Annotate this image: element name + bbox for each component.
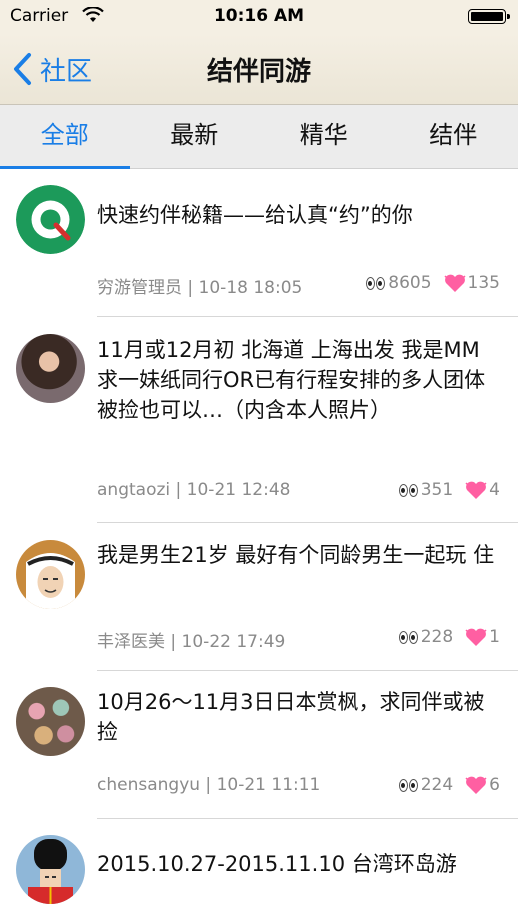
post-meta: 穷游管理员 | 10-18 18:05 [97,278,303,298]
tab-companion[interactable]: 结伴 [389,105,518,168]
post-date: 10-22 17:49 [181,632,286,652]
like-count: 4 [489,480,500,500]
eyes-icon [398,483,419,497]
tab-all[interactable]: 全部 [0,105,130,169]
view-count: 228 [420,627,454,647]
post-meta: angtaozi | 10-21 12:48 [97,480,291,500]
page-title: 结伴同游 [206,57,311,87]
post-title: 11月或12月初 北海道 上海出发 我是MM求一妹纸同行OR已有行程安排的多人团… [97,338,486,422]
post-stats: 351 4 [398,480,500,500]
heart-icon [465,628,487,646]
post-title: 快速约伴秘籍——给认真“约”的你 [97,203,413,227]
post-stats: 8605 135 [366,273,500,293]
view-count: 351 [420,480,454,500]
clock: 10:16 AM [213,6,305,26]
avatar [16,185,85,254]
status-bar: Carrier 10:16 AM [0,0,518,34]
qyer-logo-icon [16,185,85,254]
post-date: 10-21 11:11 [216,775,321,795]
tab-featured[interactable]: 精华 [259,105,389,168]
list-item[interactable]: 11月或12月初 北海道 上海出发 我是MM求一妹纸同行OR已有行程安排的多人团… [0,317,518,523]
heart-icon [465,776,487,794]
view-count: 8605 [388,273,432,293]
like-count: 6 [489,775,500,795]
post-author: 丰泽医美 [97,632,165,652]
arab-man-illustration-icon [26,553,75,609]
eyes-icon [398,778,419,792]
avatar [16,540,85,609]
post-author: angtaozi [97,480,171,500]
royal-guard-illustration-icon [28,839,73,904]
post-title: 我是男生21岁 最好有个同龄男生一起玩 住 [97,543,495,567]
like-count: 1 [489,627,500,647]
list-item[interactable]: 2015.10.27-2015.11.10 台湾环岛游 [0,819,518,920]
like-count: 135 [467,273,500,293]
post-meta: 丰泽医美 | 10-22 17:49 [97,632,286,652]
avatar [16,835,85,904]
post-meta: chensangyu | 10-21 11:11 [97,775,321,795]
avatar [16,687,85,756]
post-title: 2015.10.27-2015.11.10 台湾环岛游 [97,852,457,876]
list-item[interactable]: 快速约伴秘籍——给认真“约”的你 穷游管理员 | 10-18 18:05 860… [0,169,518,317]
post-author: chensangyu [97,775,201,795]
view-count: 224 [420,775,454,795]
post-stats: 228 1 [398,627,500,647]
post-date: 10-21 12:48 [186,480,291,500]
list-item[interactable]: 10月26～11月3日日本赏枫，求同伴或被捡 chensangyu | 10-2… [0,671,518,819]
tab-bar: 全部 最新 精华 结伴 [0,105,518,169]
avatar [16,334,85,403]
navigation-bar: 社区 结伴同游 [0,34,518,105]
post-date: 10-18 18:05 [198,278,303,298]
heart-icon [465,481,487,499]
heart-icon [444,274,466,292]
post-stats: 224 6 [398,775,500,795]
post-title: 10月26～11月3日日本赏枫，求同伴或被捡 [97,690,485,744]
eyes-icon [366,276,386,290]
eyes-icon [398,630,419,644]
list-item[interactable]: 我是男生21岁 最好有个同龄男生一起玩 住 丰泽医美 | 10-22 17:49… [0,523,518,671]
post-author: 穷游管理员 [97,278,182,298]
tab-latest[interactable]: 最新 [130,105,260,168]
battery-icon [468,9,510,24]
